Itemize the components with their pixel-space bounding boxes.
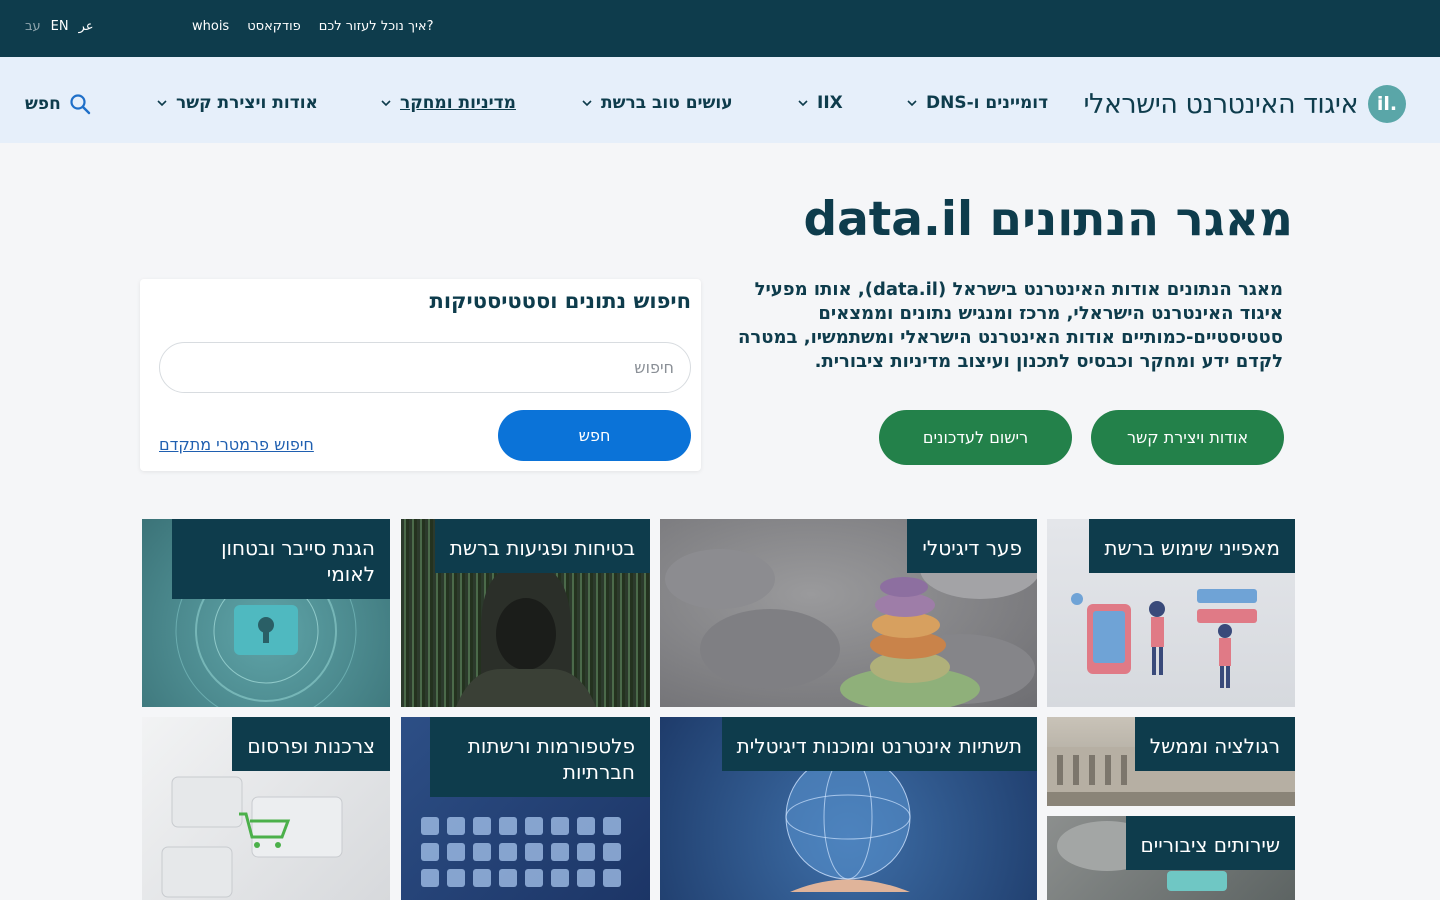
about-contact-button[interactable]: אודות ויצירת קשר bbox=[1091, 410, 1284, 465]
subscribe-updates-button[interactable]: רישום לעדכונים bbox=[879, 410, 1072, 465]
chevron-down-icon bbox=[582, 100, 592, 107]
chevron-down-icon bbox=[157, 100, 167, 107]
site-logo[interactable]: .il איגוד האינטרנט הישראלי bbox=[1083, 85, 1406, 123]
tile-label: תשתיות אינטרנט ומוכנות דיגיטלית bbox=[721, 717, 1037, 771]
nav-item-label: דומיינים ו-DNS bbox=[926, 93, 1049, 113]
tile-label: שירותים ציבוריים bbox=[1125, 816, 1295, 870]
nav-item-label: אודות ויצירת קשר bbox=[176, 93, 318, 113]
tile-platforms-social[interactable]: פלטפורמות ורשתות חברתיות bbox=[401, 717, 650, 900]
nav-item-domains-dns[interactable]: דומיינים ו-DNS bbox=[906, 93, 1048, 113]
logo-name: איגוד האינטרנט הישראלי bbox=[1083, 88, 1358, 120]
podcast-link[interactable]: פודקאסט bbox=[247, 19, 301, 34]
tile-infrastructure[interactable]: תשתיות אינטרנט ומוכנות דיגיטלית bbox=[660, 717, 1037, 900]
advanced-search-link[interactable]: חיפוש פרמטרי מתקדם bbox=[159, 435, 314, 454]
tile-regulation-governance[interactable]: רגולציה וממשל bbox=[1047, 717, 1295, 806]
nav-search-label: חפש bbox=[25, 94, 61, 114]
tile-cyber-defense[interactable]: הגנת סייבר ובטחון לאומי bbox=[142, 519, 390, 707]
tile-digital-divide[interactable]: פער דיגיטלי bbox=[660, 519, 1037, 707]
nav-item-iix[interactable]: IIX bbox=[797, 93, 843, 113]
tile-usage-characteristics[interactable]: מאפייני שימוש ברשת bbox=[1047, 519, 1295, 707]
lang-hebrew-link[interactable]: עב bbox=[25, 19, 41, 34]
help-link[interactable]: איך נוכל לעזור לכם? bbox=[319, 19, 434, 34]
search-icon bbox=[70, 94, 90, 115]
lang-arabic-link[interactable]: عر bbox=[79, 19, 94, 34]
logo-badge: .il bbox=[1368, 85, 1406, 123]
nav-item-about-contact[interactable]: אודות ויצירת קשר bbox=[156, 93, 318, 113]
nav-item-label: עושים טוב ברשת bbox=[601, 93, 733, 113]
tile-label: הגנת סייבר ובטחון לאומי bbox=[172, 519, 390, 599]
tile-label: פער דיגיטלי bbox=[907, 519, 1037, 573]
chevron-down-icon bbox=[907, 100, 917, 107]
search-input[interactable]: חיפוש bbox=[159, 342, 691, 393]
search-submit-button[interactable]: חפש bbox=[498, 410, 691, 461]
data-search-card: חיפוש נתונים וסטטיסטיקות חיפוש חפש חיפוש… bbox=[140, 279, 701, 471]
main-navigation: .il איגוד האינטרנט הישראלי דומיינים ו-DN… bbox=[0, 57, 1440, 143]
chevron-down-icon bbox=[798, 100, 808, 107]
top-utility-bar: עב EN عر whois פודקאסט איך נוכל לעזור לכ… bbox=[0, 0, 1440, 57]
tile-label: פלטפורמות ורשתות חברתיות bbox=[430, 717, 650, 797]
nav-item-label: מדיניות ומחקר bbox=[400, 93, 516, 113]
tile-label: מאפייני שימוש ברשת bbox=[1089, 519, 1295, 573]
nav-item-doing-good[interactable]: עושים טוב ברשת bbox=[581, 93, 733, 113]
nav-item-label: IIX bbox=[817, 93, 843, 113]
tile-consumerism-advertising[interactable]: צרכנות ופרסום bbox=[142, 717, 390, 900]
tile-label: צרכנות ופרסום bbox=[232, 717, 390, 771]
nav-search-button[interactable]: חפש bbox=[25, 93, 91, 115]
whois-link[interactable]: whois bbox=[192, 19, 229, 34]
hero-description: מאגר הנתונים אודות האינטרנט בישראל (data… bbox=[738, 279, 1283, 372]
lang-english-link[interactable]: EN bbox=[51, 19, 69, 34]
page-title: מאגר הנתונים data.il bbox=[803, 192, 1293, 247]
nav-item-policy-research[interactable]: מדיניות ומחקר bbox=[380, 93, 516, 113]
tile-public-services[interactable]: שירותים ציבוריים bbox=[1047, 816, 1295, 900]
tile-label: בטיחות ופגיעות ברשת bbox=[434, 519, 650, 573]
tile-label: רגולציה וממשל bbox=[1134, 717, 1295, 771]
tile-safety-harm[interactable]: בטיחות ופגיעות ברשת bbox=[401, 519, 650, 707]
search-card-title: חיפוש נתונים וסטטיסטיקות bbox=[429, 289, 692, 313]
utility-links: whois פודקאסט איך נוכל לעזור לכם? bbox=[192, 19, 433, 34]
chevron-down-icon bbox=[381, 100, 391, 107]
language-switcher: עב EN عر bbox=[25, 19, 94, 34]
